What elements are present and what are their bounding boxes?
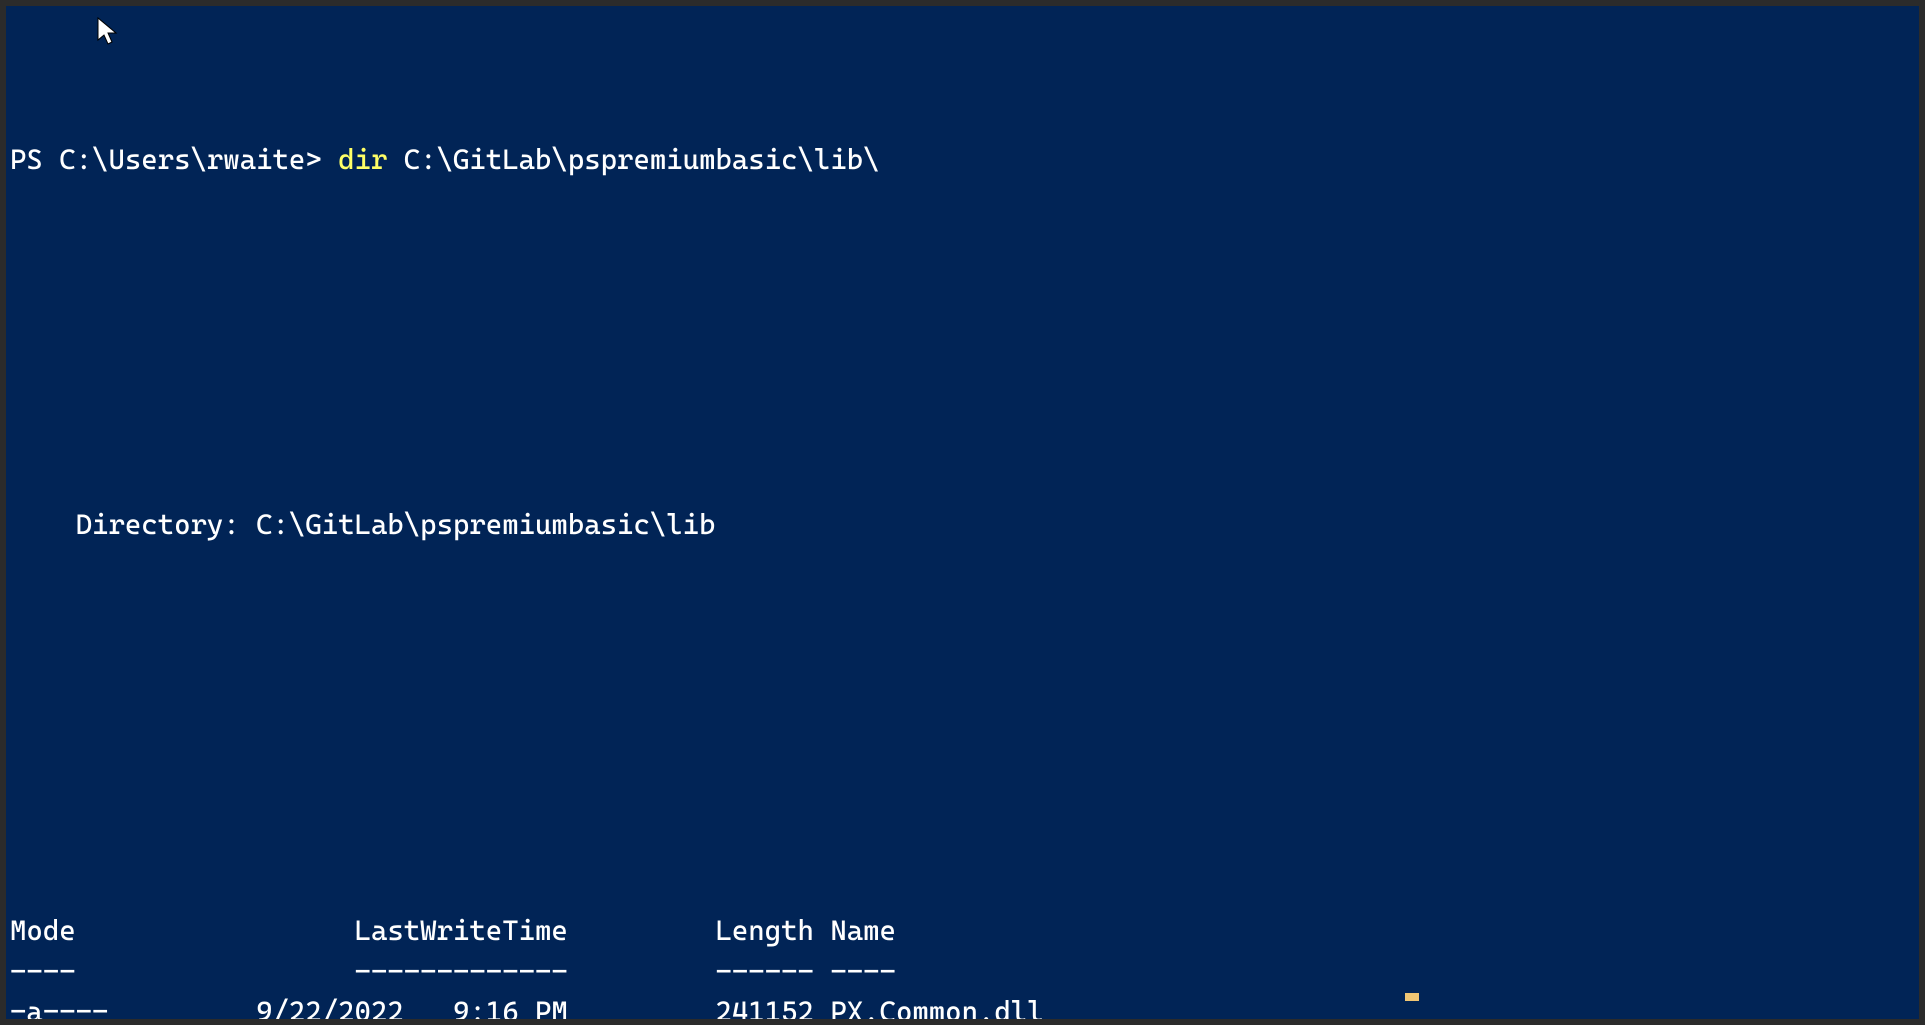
table-header-row: ---- ------------- ------ ---- xyxy=(10,952,1915,993)
command-token: dir xyxy=(338,143,387,176)
prompt-line: PS C:\Users\rwaite> dir C:\GitLab\psprem… xyxy=(10,140,1915,181)
directory-line: Directory: C:\GitLab\pspremiumbasic\lib xyxy=(10,505,1915,546)
command-args: C:\GitLab\pspremiumbasic\lib\ xyxy=(387,143,879,176)
table-row: -a---- 9/22/2022 9:16 PM 241152 PX.Commo… xyxy=(10,992,1915,1019)
powershell-terminal[interactable]: PS C:\Users\rwaite> dir C:\GitLab\psprem… xyxy=(6,6,1919,1019)
blank-line-3 xyxy=(10,627,1915,668)
mouse-pointer-icon xyxy=(96,16,120,46)
table-header-row: Mode LastWriteTime Length Name xyxy=(10,911,1915,952)
blank-line-4 xyxy=(10,749,1915,790)
blank-line-2 xyxy=(10,383,1915,424)
dir-listing-table: Mode LastWriteTime Length Name---- -----… xyxy=(10,911,1915,1019)
terminal-window-frame: PS C:\Users\rwaite> dir C:\GitLab\psprem… xyxy=(0,0,1925,1025)
terminal-cursor xyxy=(1405,993,1419,1001)
prompt-prefix: PS C:\Users\rwaite> xyxy=(10,143,338,176)
blank-line-1 xyxy=(10,262,1915,303)
